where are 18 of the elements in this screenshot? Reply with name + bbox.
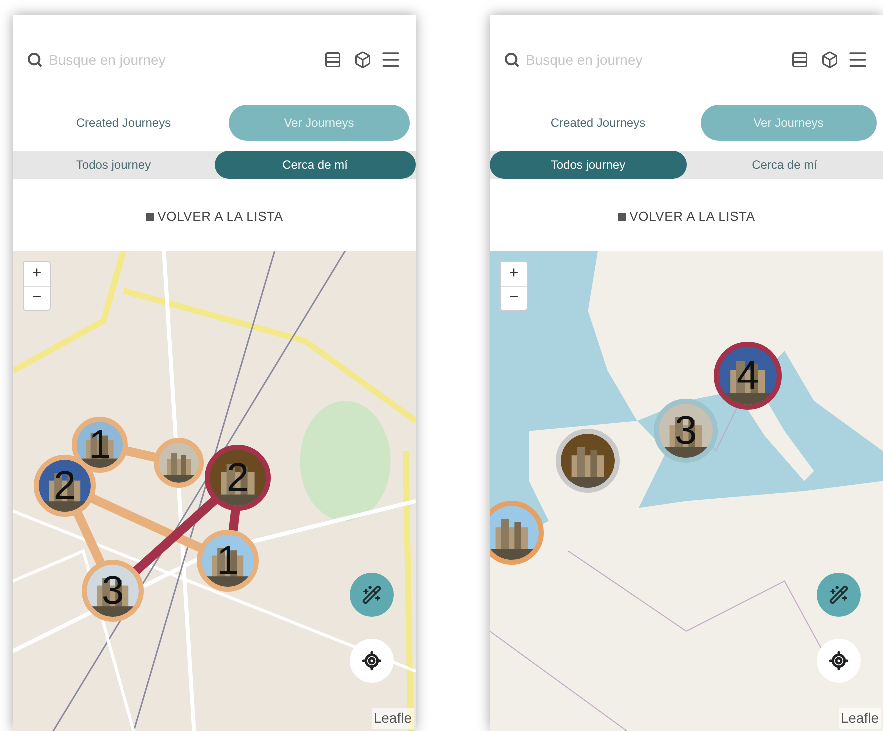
search-field[interactable]: Busque en journey bbox=[526, 50, 783, 70]
filter-tab[interactable]: Todos journey bbox=[13, 151, 214, 179]
back-to-list-link[interactable]: VOLVER A LA LISTA bbox=[146, 207, 284, 226]
journeys-tab[interactable]: Created Journeys bbox=[33, 105, 214, 141]
list-icon[interactable] bbox=[324, 51, 342, 69]
filter-tab[interactable]: Todos journey bbox=[490, 151, 686, 179]
filter-tab[interactable]: Cerca de mí bbox=[214, 151, 416, 179]
cube-icon[interactable] bbox=[821, 51, 839, 69]
search-field[interactable]: Busque en journey bbox=[49, 50, 316, 70]
cube-icon[interactable] bbox=[354, 51, 372, 69]
journeys-tab[interactable]: Created Journeys bbox=[510, 105, 686, 141]
list-square-icon bbox=[146, 212, 154, 221]
search-icon bbox=[504, 52, 520, 68]
search-icon bbox=[27, 52, 43, 68]
list-square-icon bbox=[618, 212, 626, 221]
back-to-list-link[interactable]: VOLVER A LA LISTA bbox=[618, 207, 756, 226]
list-icon[interactable] bbox=[791, 51, 809, 69]
filter-tab[interactable]: Cerca de mí bbox=[686, 151, 883, 179]
